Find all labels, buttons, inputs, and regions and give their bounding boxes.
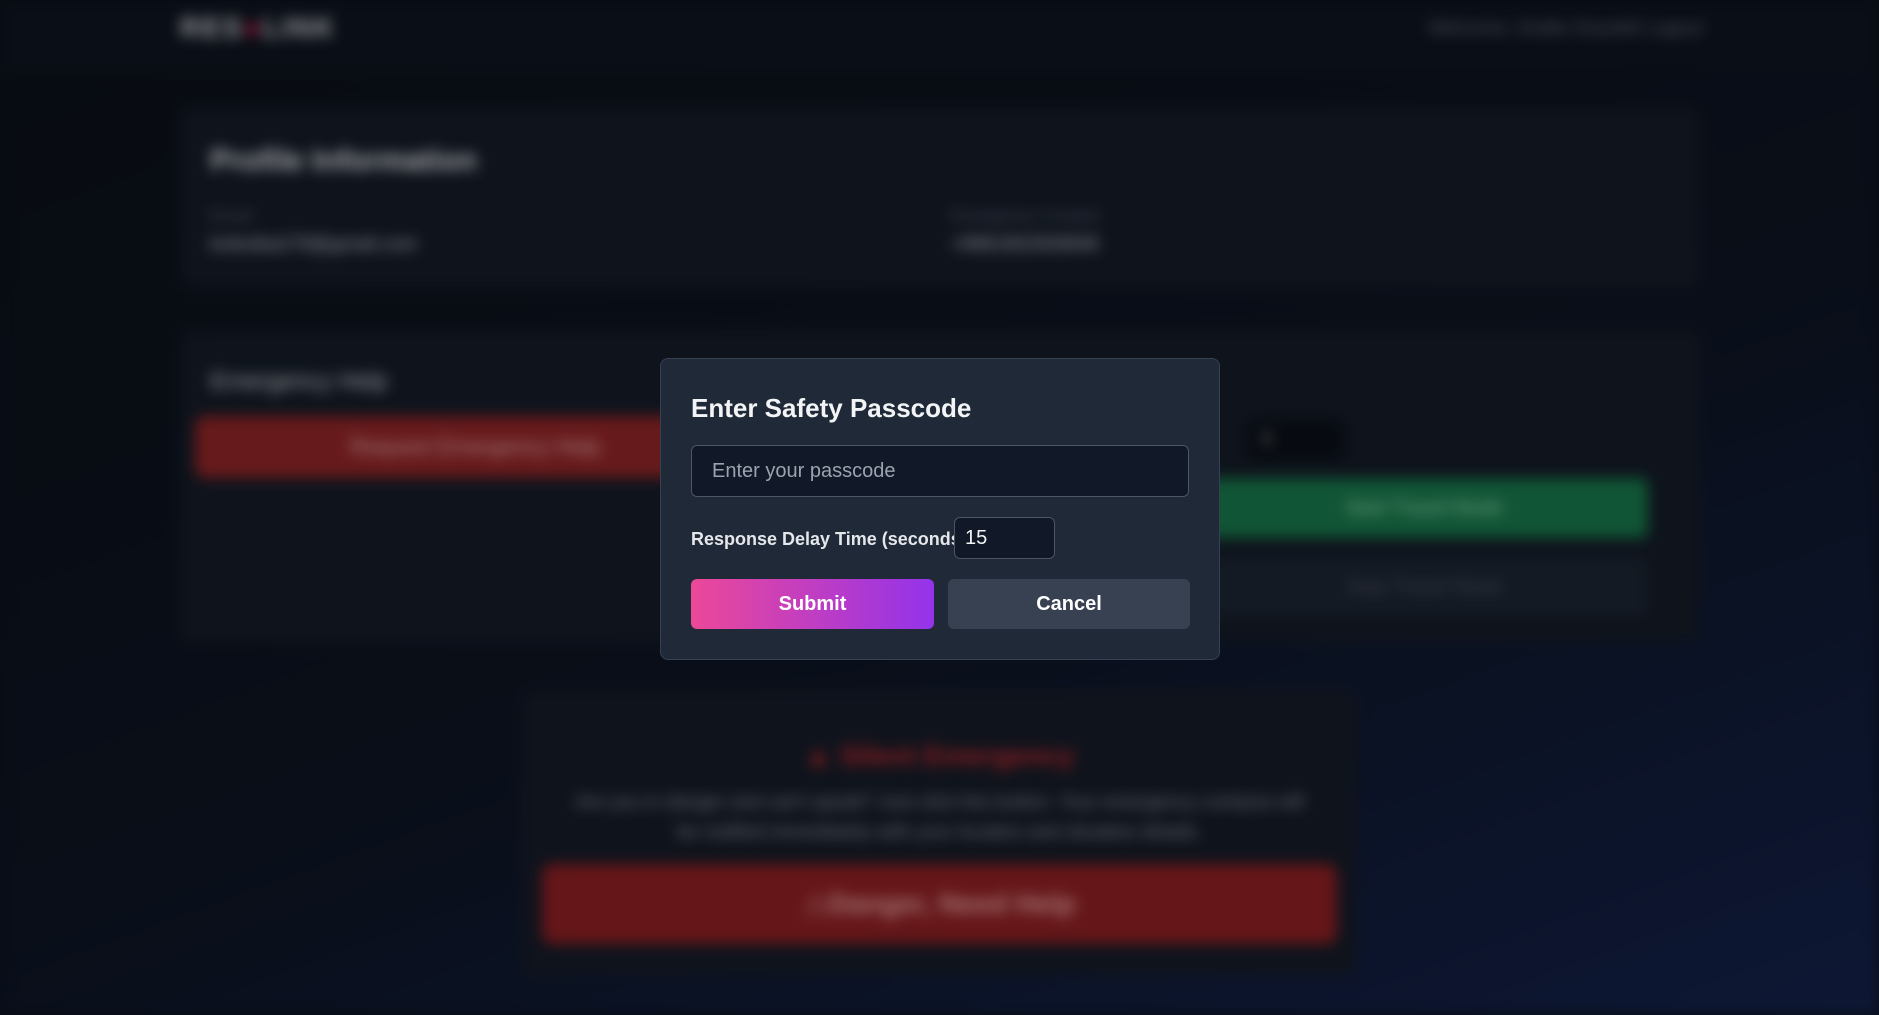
submit-button[interactable]: Submit: [691, 579, 934, 629]
passcode-input[interactable]: [691, 445, 1189, 497]
modal-title: Enter Safety Passcode: [691, 393, 972, 423]
response-delay-input[interactable]: [954, 517, 1055, 559]
cancel-button[interactable]: Cancel: [948, 579, 1190, 629]
response-delay-label: Response Delay Time (seconds):: [691, 529, 973, 549]
safety-passcode-modal: Enter Safety Passcode Response Delay Tim…: [660, 358, 1220, 660]
